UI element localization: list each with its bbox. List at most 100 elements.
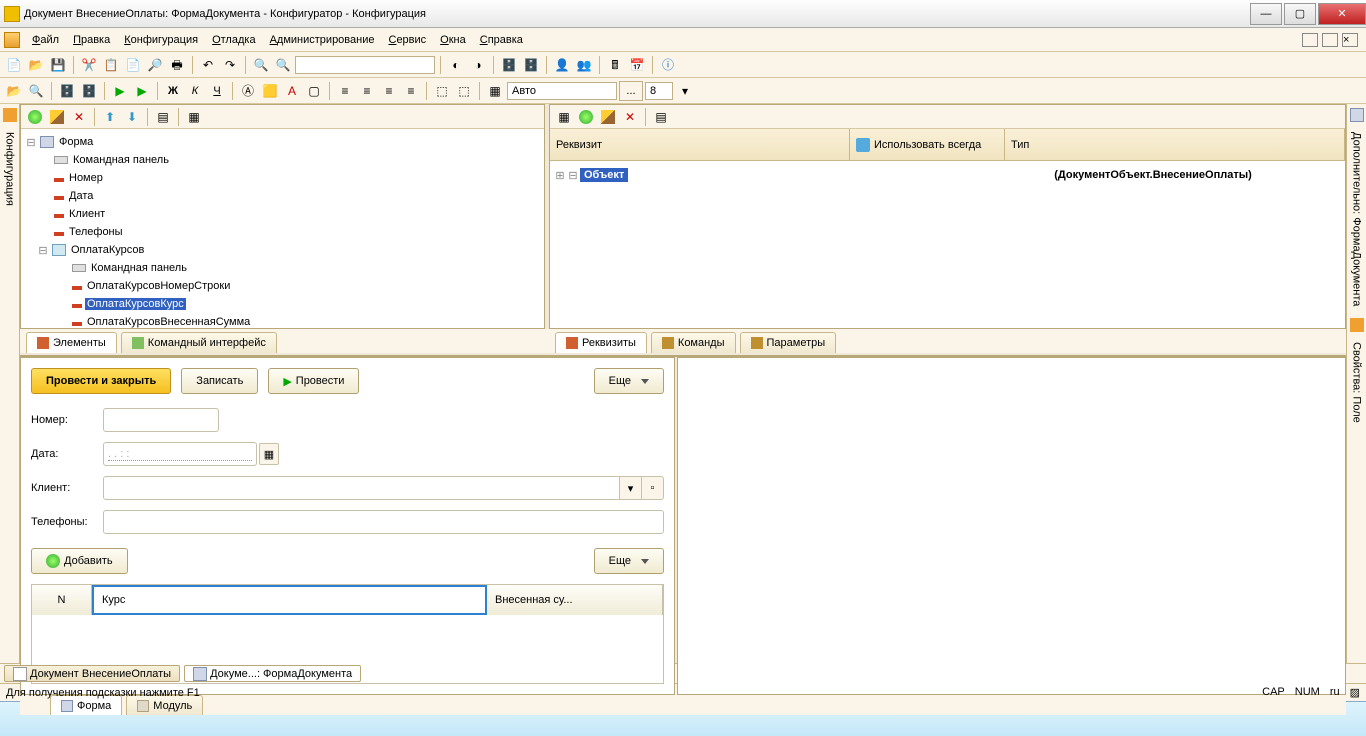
bgcolor-icon[interactable]: 🟨 bbox=[260, 81, 280, 101]
write-button[interactable]: Записать bbox=[181, 368, 258, 394]
rail-icon[interactable] bbox=[3, 108, 17, 122]
menu-icon[interactable] bbox=[4, 32, 20, 48]
mdi-restore-button[interactable] bbox=[1322, 33, 1338, 47]
tree-date[interactable]: Дата bbox=[67, 190, 95, 202]
post-button[interactable]: ▶Провести bbox=[268, 368, 359, 394]
maximize-button[interactable]: ▢ bbox=[1284, 3, 1316, 25]
find-config-icon[interactable]: 🔍 bbox=[26, 81, 46, 101]
tab-requisites[interactable]: Реквизиты bbox=[555, 332, 647, 353]
edit-icon[interactable] bbox=[47, 107, 67, 127]
toggle-icon[interactable]: ◐ bbox=[446, 55, 466, 75]
grid-col-course[interactable]: Курс bbox=[92, 585, 487, 615]
run-icon[interactable]: ▶ bbox=[110, 81, 130, 101]
close-button[interactable]: ✕ bbox=[1318, 3, 1366, 25]
print-icon[interactable]: 🖶 bbox=[167, 55, 187, 75]
bold-icon[interactable]: Ж bbox=[163, 81, 183, 101]
db-update-icon[interactable]: 🗄️ bbox=[57, 81, 77, 101]
mdi-minimize-button[interactable] bbox=[1302, 33, 1318, 47]
number-input[interactable] bbox=[103, 408, 219, 432]
col-requisite[interactable]: Реквизит bbox=[550, 129, 850, 160]
db-icon[interactable]: 🗄️ bbox=[499, 55, 519, 75]
align-center-icon[interactable]: ≡ bbox=[357, 81, 377, 101]
open-icon[interactable]: 📂 bbox=[26, 55, 46, 75]
phones-input[interactable] bbox=[103, 510, 664, 534]
calendar-button[interactable]: ▦ bbox=[259, 443, 279, 465]
attr-icon1[interactable]: ▦ bbox=[554, 107, 574, 127]
grid-col-n[interactable]: N bbox=[32, 585, 92, 615]
tree-client[interactable]: Клиент bbox=[67, 208, 107, 220]
expand-icon[interactable]: ⊞ bbox=[554, 169, 566, 182]
fontcolor-icon[interactable]: A bbox=[282, 81, 302, 101]
menu-windows[interactable]: Окна bbox=[434, 32, 472, 48]
props-icon[interactable]: ▤ bbox=[153, 107, 173, 127]
help-icon[interactable]: ⓘ bbox=[658, 55, 678, 75]
copy-icon[interactable]: 📋 bbox=[101, 55, 121, 75]
table-more-button[interactable]: Еще bbox=[594, 548, 664, 574]
find-next-icon[interactable]: 🔍 bbox=[273, 55, 293, 75]
client-dropdown-button[interactable]: ▾ bbox=[620, 476, 642, 500]
search-combo[interactable] bbox=[295, 56, 435, 74]
db2-icon[interactable]: 🗄️ bbox=[521, 55, 541, 75]
underline-icon[interactable]: Ч bbox=[207, 81, 227, 101]
find-icon[interactable]: 🔍 bbox=[251, 55, 271, 75]
menu-debug[interactable]: Отладка bbox=[206, 32, 262, 48]
grid-icon[interactable]: ▦ bbox=[485, 81, 505, 101]
rail-tab-config[interactable]: Конфигурация bbox=[2, 126, 18, 212]
rail-props-icon[interactable] bbox=[1350, 318, 1364, 332]
preview-icon[interactable]: ▦ bbox=[184, 107, 204, 127]
tab-parameters[interactable]: Параметры bbox=[740, 332, 837, 353]
font-dialog-icon[interactable]: Ⓐ bbox=[238, 81, 258, 101]
rail-extra-icon[interactable] bbox=[1350, 108, 1364, 122]
menu-service[interactable]: Сервис bbox=[382, 32, 432, 48]
tab-cmd-interface[interactable]: Командный интерфейс bbox=[121, 332, 277, 353]
tree-pc-cmd[interactable]: Командная панель bbox=[89, 262, 189, 274]
window-tab-form[interactable]: Докуме...: ФормаДокумента bbox=[184, 665, 361, 682]
move-down-icon[interactable]: ⬇ bbox=[122, 107, 142, 127]
move-up-icon[interactable]: ⬆ bbox=[100, 107, 120, 127]
tree-paycourses[interactable]: ОплатаКурсов bbox=[69, 244, 146, 256]
cut-icon[interactable]: ✂️ bbox=[79, 55, 99, 75]
toggle2-icon[interactable]: ◑ bbox=[468, 55, 488, 75]
attr-row-object[interactable]: ⊞ ⊟ Объект (ДокументОбъект.ВнесениеОплат… bbox=[554, 165, 1341, 185]
align-right-icon[interactable]: ≡ bbox=[379, 81, 399, 101]
grid-col-sum[interactable]: Внесенная су... bbox=[487, 585, 663, 615]
merge2-icon[interactable]: ⬚ bbox=[454, 81, 474, 101]
font-size-combo[interactable]: Авто bbox=[507, 82, 617, 100]
add-icon[interactable] bbox=[25, 107, 45, 127]
align-justify-icon[interactable]: ≡ bbox=[401, 81, 421, 101]
minimize-button[interactable]: — bbox=[1250, 3, 1282, 25]
rail-tab-props[interactable]: Свойства: Поле bbox=[1349, 336, 1365, 429]
menu-admin[interactable]: Администрирование bbox=[264, 32, 381, 48]
client-input[interactable] bbox=[103, 476, 620, 500]
post-and-close-button[interactable]: Провести и закрыть bbox=[31, 368, 171, 394]
elements-tree[interactable]: ⊟ Форма Командная панель Номер Дата Клиен… bbox=[21, 129, 544, 328]
collapse-icon[interactable]: ⊟ bbox=[566, 169, 580, 182]
debug-run-icon[interactable]: ▶ bbox=[132, 81, 152, 101]
expand-icon[interactable]: ⊟ bbox=[37, 244, 49, 257]
menu-file[interactable]: Файл bbox=[26, 32, 65, 48]
col-type[interactable]: Тип bbox=[1005, 129, 1345, 160]
num-combo[interactable]: 8 bbox=[645, 82, 673, 100]
align-left-icon[interactable]: ≡ bbox=[335, 81, 355, 101]
client-open-button[interactable]: ▫ bbox=[642, 476, 664, 500]
new-icon[interactable]: 📄 bbox=[4, 55, 24, 75]
italic-icon[interactable]: К bbox=[185, 81, 205, 101]
tree-pc-sum[interactable]: ОплатаКурсовВнесеннаяСумма bbox=[85, 316, 252, 328]
tree-form[interactable]: Форма bbox=[57, 136, 95, 148]
tree-number[interactable]: Номер bbox=[67, 172, 105, 184]
menu-config[interactable]: Конфигурация bbox=[118, 32, 204, 48]
calendar-icon[interactable]: 📅 bbox=[627, 55, 647, 75]
add-row-button[interactable]: Добавить bbox=[31, 548, 128, 574]
users-icon[interactable]: 👥 bbox=[574, 55, 594, 75]
combo-dropdown-icon[interactable]: ▾ bbox=[675, 81, 695, 101]
merge-icon[interactable]: ⬚ bbox=[432, 81, 452, 101]
attr-edit-icon[interactable] bbox=[598, 107, 618, 127]
paste-icon[interactable]: 📄 bbox=[123, 55, 143, 75]
tree-pc-row[interactable]: ОплатаКурсовНомерСтроки bbox=[85, 280, 232, 292]
redo-icon[interactable]: ↷ bbox=[220, 55, 240, 75]
calc-icon[interactable]: 🖩 bbox=[605, 55, 625, 75]
more-button[interactable]: Еще bbox=[594, 368, 664, 394]
tree-cmdpanel[interactable]: Командная панель bbox=[71, 154, 171, 166]
attr-list-icon[interactable]: ▤ bbox=[651, 107, 671, 127]
date-input[interactable]: . . : : bbox=[103, 442, 257, 466]
